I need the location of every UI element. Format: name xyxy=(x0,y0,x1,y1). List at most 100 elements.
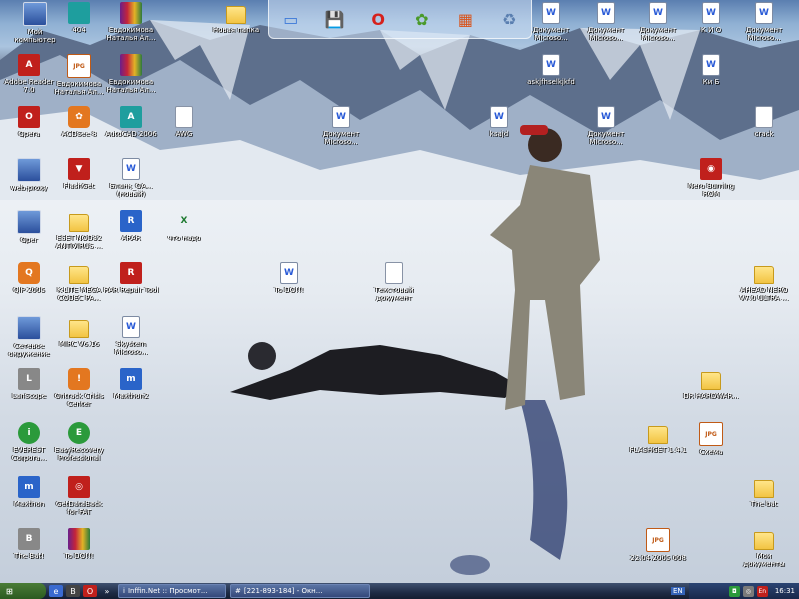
crack-shortcut[interactable]: crack xyxy=(735,106,793,138)
easyrecovery-shortcut[interactable]: E EasyRecovery Professional xyxy=(50,422,108,462)
icon-label: Nero Burning ROM xyxy=(687,182,735,198)
lanscope-icon: L xyxy=(18,368,40,390)
task-qip[interactable]: # [221-893-184] - Окн... xyxy=(230,584,370,598)
getdataback-shortcut[interactable]: ◎ GetDataBack for FAT xyxy=(50,476,108,516)
eset-folder-icon xyxy=(69,214,89,232)
rar-repair-shortcut[interactable]: R RAR Repair Tool xyxy=(102,262,160,294)
icon-label: crack xyxy=(754,130,774,138)
acdsee-shortcut[interactable]: ✿ ACDSee 8 xyxy=(50,106,108,138)
maxthon-icon: m xyxy=(18,476,40,498)
mirc-folder-shortcut[interactable]: MIRC V6.16 xyxy=(50,316,108,348)
quicklaunch-more-icon[interactable]: » xyxy=(100,585,114,597)
icon-label: GetDataBack for FAT xyxy=(55,500,103,516)
ahead-nero-folder-shortcut[interactable]: AHEAD NERO V7.0 ULTRA ... xyxy=(735,262,793,302)
kib-shortcut[interactable]: Ки Б xyxy=(682,54,740,86)
firewall-launch-icon[interactable]: ▦ xyxy=(450,4,480,34)
icon-label: 22.04.2005 008 xyxy=(630,554,686,562)
doc-microso-3-shortcut[interactable]: Документ Microso... xyxy=(577,106,635,146)
easyrecovery-icon: E xyxy=(68,422,90,444)
ksajd-shortcut[interactable]: ksajd xyxy=(470,106,528,138)
language-indicator[interactable]: EN xyxy=(671,587,685,595)
new-folder-shortcut[interactable]: Новая папка xyxy=(207,2,265,34)
getdataback-icon: ◎ xyxy=(68,476,90,498)
task-label: Inffin.Net :: Просмот... xyxy=(127,587,208,595)
chto-nado-shortcut[interactable]: что надо xyxy=(155,210,213,242)
start-button[interactable]: ⊞ xyxy=(0,583,46,599)
doc-microso-2-shortcut[interactable]: Документ Microso... xyxy=(577,2,635,42)
ontrack-shortcut[interactable]: ! Ontrack Crisis Center xyxy=(50,368,108,408)
file-404-shortcut[interactable]: 404 xyxy=(50,2,108,34)
icon-label: MIRC V6.16 xyxy=(58,340,100,348)
windows-logo-icon: ⊞ xyxy=(6,586,13,596)
evdokimova-2-icon xyxy=(120,2,142,24)
web-proxy-icon xyxy=(17,158,41,182)
crack-icon xyxy=(755,106,773,128)
icon-label: Бланк_ОА... (новый) xyxy=(109,182,153,198)
autocad-shortcut[interactable]: A AutoCAD 2006 xyxy=(102,106,160,138)
icon-label: Ontrack Crisis Center xyxy=(54,392,104,408)
maxthon2-shortcut[interactable]: m Maxthon2 xyxy=(102,368,160,400)
doc-microso-4-shortcut[interactable]: Документ Microso... xyxy=(629,2,687,42)
show-desktop-icon[interactable]: ▭ xyxy=(276,4,306,34)
todo-archive-shortcut[interactable]: To DO!!! xyxy=(50,528,108,560)
icon-label: что надо xyxy=(167,234,201,242)
icon-label: DR HARDWAR... xyxy=(683,392,739,400)
clock[interactable]: 16:31 xyxy=(775,587,795,595)
antivirus-tray-icon[interactable]: ◎ xyxy=(742,585,754,597)
doc-microso-center-shortcut[interactable]: Документ Microso... xyxy=(312,106,370,146)
opera-launch-icon[interactable]: O xyxy=(363,4,393,34)
icon-label: askjfhselkjkfd xyxy=(527,78,575,86)
qip-launch-icon[interactable]: ✿ xyxy=(407,4,437,34)
photo-2005-icon: JPG xyxy=(646,528,670,552)
task-inffin[interactable]: i Inffin.Net :: Просмот... xyxy=(118,584,226,598)
lang-tray-icon[interactable]: En xyxy=(756,585,768,597)
ahead-nero-folder-icon xyxy=(754,266,774,284)
skystem-doc-shortcut[interactable]: Skystem Microso... xyxy=(102,316,160,356)
dr-hardware-folder-icon xyxy=(701,372,721,390)
kio-shortcut[interactable]: К И О xyxy=(682,2,740,34)
icon-label: Документ Microso... xyxy=(322,130,360,146)
my-docs-icon xyxy=(754,532,774,550)
thebat-folder-shortcut[interactable]: The bat xyxy=(735,476,793,508)
thebat-quicklaunch-icon[interactable]: B xyxy=(66,585,80,597)
ontrack-icon: ! xyxy=(68,368,90,390)
network-tray-icon[interactable]: ◘ xyxy=(728,585,740,597)
eset-folder-shortcut[interactable]: ESET NOD32 ANTIVIRUS ... xyxy=(50,210,108,250)
klite-folder-shortcut[interactable]: K-LITE MEGA CODEC PA... xyxy=(50,262,108,302)
dr-hardware-folder-shortcut[interactable]: DR HARDWAR... xyxy=(682,368,740,400)
qip-icon: Q xyxy=(18,262,40,284)
oper-icon xyxy=(17,210,41,234)
askj-shortcut[interactable]: askjfhselkjkfd xyxy=(522,54,580,86)
my-docs-shortcut[interactable]: Мои документы xyxy=(735,528,793,568)
evdokimova-1-shortcut[interactable]: JPG Евдокимова Наталья Ал... xyxy=(50,54,108,96)
sxema-shortcut[interactable]: JPG Схема xyxy=(682,422,740,456)
to-do-doc-shortcut[interactable]: To DO!!! xyxy=(260,262,318,294)
opera-quicklaunch-icon[interactable]: O xyxy=(83,585,97,597)
opera-icon: O xyxy=(18,106,40,128)
arar-shortcut[interactable]: R ARAR xyxy=(102,210,160,242)
evdokimova-3-shortcut[interactable]: Евдокимова Наталья Ал... xyxy=(102,54,160,94)
photo-2005-shortcut[interactable]: JPG 22.04.2005 008 xyxy=(629,528,687,562)
icon-label: Ки Б xyxy=(702,78,720,86)
text-doc-shortcut[interactable]: Текстовый документ xyxy=(365,262,423,302)
evdokimova-2-shortcut[interactable]: Евдокимова Наталья Ал... xyxy=(102,2,160,42)
ie-quicklaunch-icon[interactable]: e xyxy=(49,585,63,597)
nero-shortcut[interactable]: ◉ Nero Burning ROM xyxy=(682,158,740,198)
recycle-bin-icon[interactable]: ♻ xyxy=(494,4,524,34)
blank-oa-shortcut[interactable]: Бланк_ОА... (новый) xyxy=(102,158,160,198)
task-label: [221-893-184] - Окн... xyxy=(243,587,323,595)
task-app-icon: i xyxy=(123,587,125,595)
flashget-icon: ▼ xyxy=(68,158,90,180)
skystem-doc-icon xyxy=(122,316,140,338)
save-icon[interactable]: 💾 xyxy=(319,4,349,34)
flashget-shortcut[interactable]: ▼ FlashGet xyxy=(50,158,108,190)
taskbar: ⊞ e B O » i Inffin.Net :: Просмот... # [221… xyxy=(0,583,799,599)
doc-microso-5-icon xyxy=(755,2,773,24)
awg-file-shortcut[interactable]: AWG xyxy=(155,106,213,138)
icon-label: ARAR xyxy=(121,234,141,242)
flashget-folder-shortcut[interactable]: FLASHGET 1.4.1 xyxy=(629,422,687,454)
evdokimova-3-icon xyxy=(120,54,142,76)
icon-label: FLASHGET 1.4.1 xyxy=(629,446,687,454)
arar-icon: R xyxy=(120,210,142,232)
doc-microso-5-shortcut[interactable]: Документ Microso... xyxy=(735,2,793,42)
